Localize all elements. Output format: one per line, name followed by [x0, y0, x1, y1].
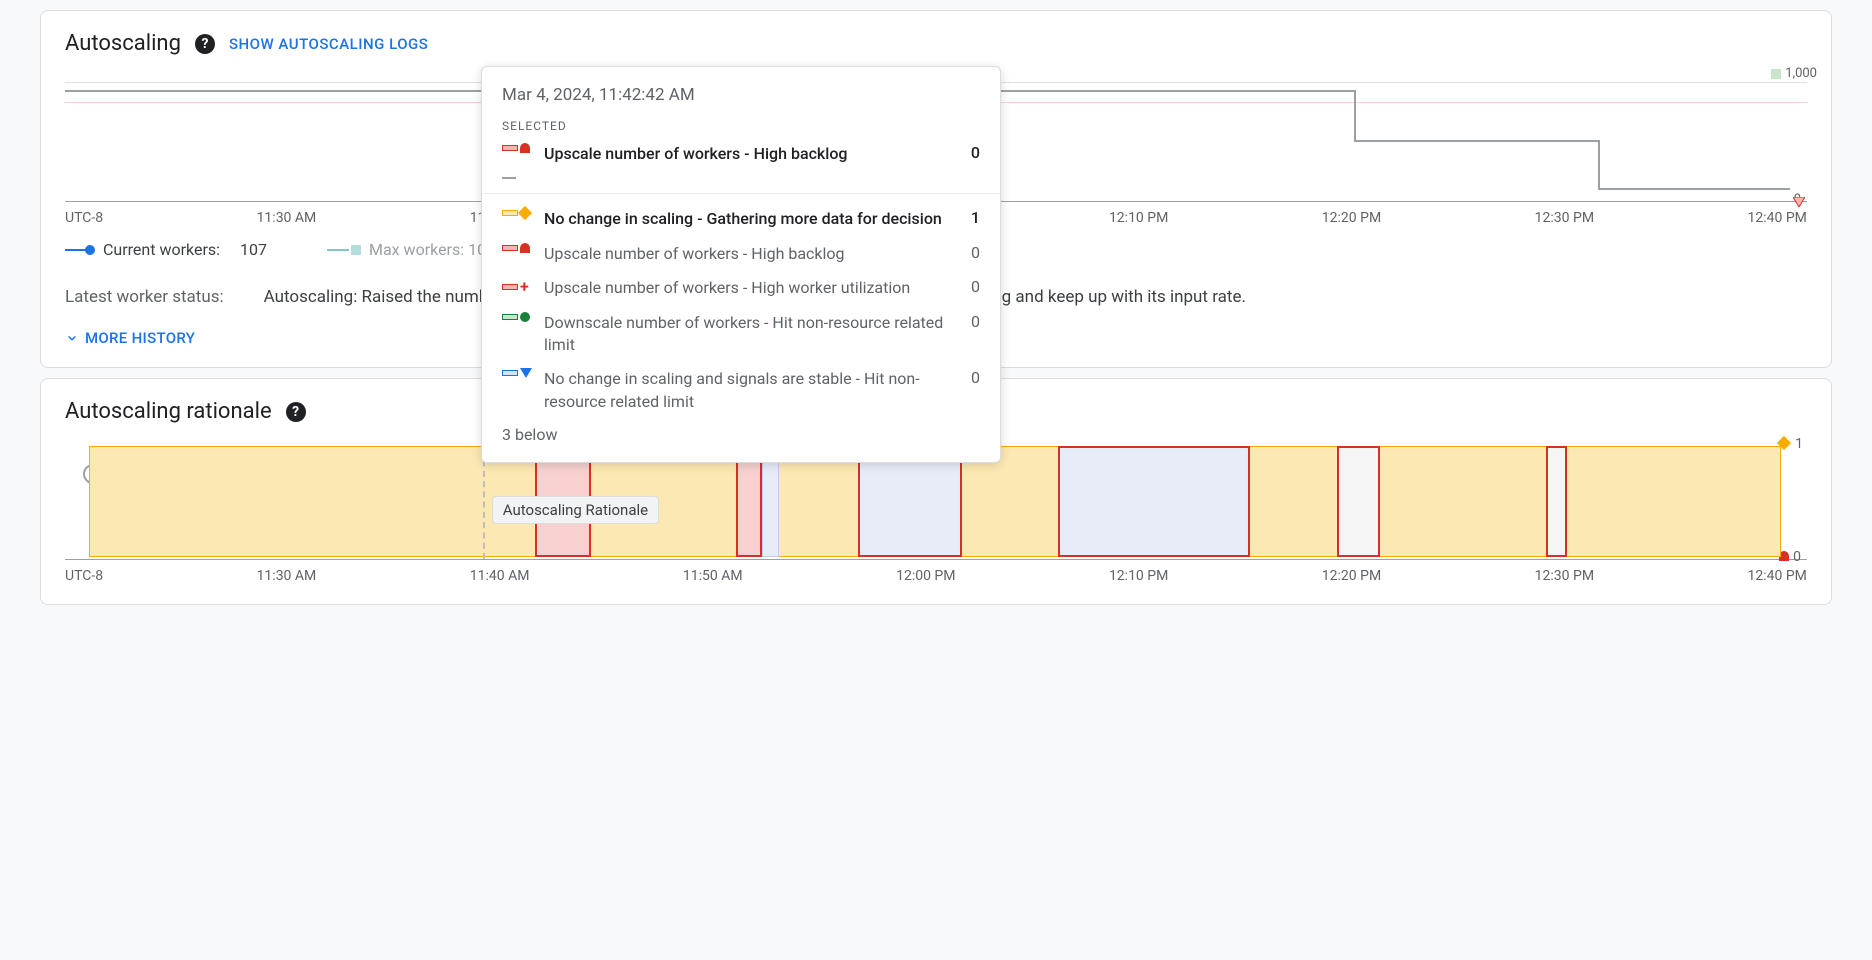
tooltip-row-0: No change in scaling - Gathering more da… [502, 208, 980, 230]
more-history-button[interactable]: MORE HISTORY [65, 329, 195, 347]
rationale-yaxis-min: 0 [1779, 549, 1801, 565]
legend-current-workers[interactable]: Current workers: 107 [65, 240, 267, 259]
autoscaling-title: Autoscaling [65, 31, 181, 56]
help-icon[interactable]: ? [195, 34, 215, 54]
worker-status-label: Latest worker status: [65, 287, 224, 307]
tooltip-date: Mar 4, 2024, 11:42:42 AM [502, 85, 980, 105]
chevron-down-icon [65, 331, 79, 345]
triangle-marker-icon [1793, 197, 1805, 207]
autoscaling-card: Autoscaling ? SHOW AUTOSCALING LOGS 1,00… [40, 10, 1832, 368]
tooltip-row-1: Upscale number of workers - High backlog… [502, 243, 980, 265]
help-icon[interactable]: ? [286, 402, 306, 422]
tooltip-row-2: + Upscale number of workers - High worke… [502, 277, 980, 299]
tooltip-row-3: Downscale number of workers - Hit non-re… [502, 312, 980, 357]
tooltip-below: 3 below [502, 425, 980, 444]
rationale-hover-label: Autoscaling Rationale [492, 496, 659, 524]
tooltip-section-label: SELECTED [502, 119, 980, 133]
show-autoscaling-logs-link[interactable]: SHOW AUTOSCALING LOGS [229, 35, 428, 53]
rationale-yaxis-max: 1 [1779, 436, 1803, 452]
tooltip-row-4: No change in scaling and signals are sta… [502, 368, 980, 413]
chart-tooltip: Mar 4, 2024, 11:42:42 AM SELECTED Upscal… [481, 66, 1001, 463]
yaxis-max: 1,000 [1771, 66, 1817, 81]
legend-max-workers[interactable]: Max workers: 1000 [327, 240, 504, 259]
triangle-down-icon [520, 368, 532, 378]
tooltip-selected-row: Upscale number of workers - High backlog… [502, 143, 980, 165]
tooltip-dash-row [502, 177, 980, 179]
rationale-title: Autoscaling rationale [65, 399, 272, 424]
autoscaling-header: Autoscaling ? SHOW AUTOSCALING LOGS [65, 31, 1807, 56]
rationale-x-axis: UTC-8 11:30 AM 11:40 AM 11:50 AM 12:00 P… [65, 568, 1807, 584]
